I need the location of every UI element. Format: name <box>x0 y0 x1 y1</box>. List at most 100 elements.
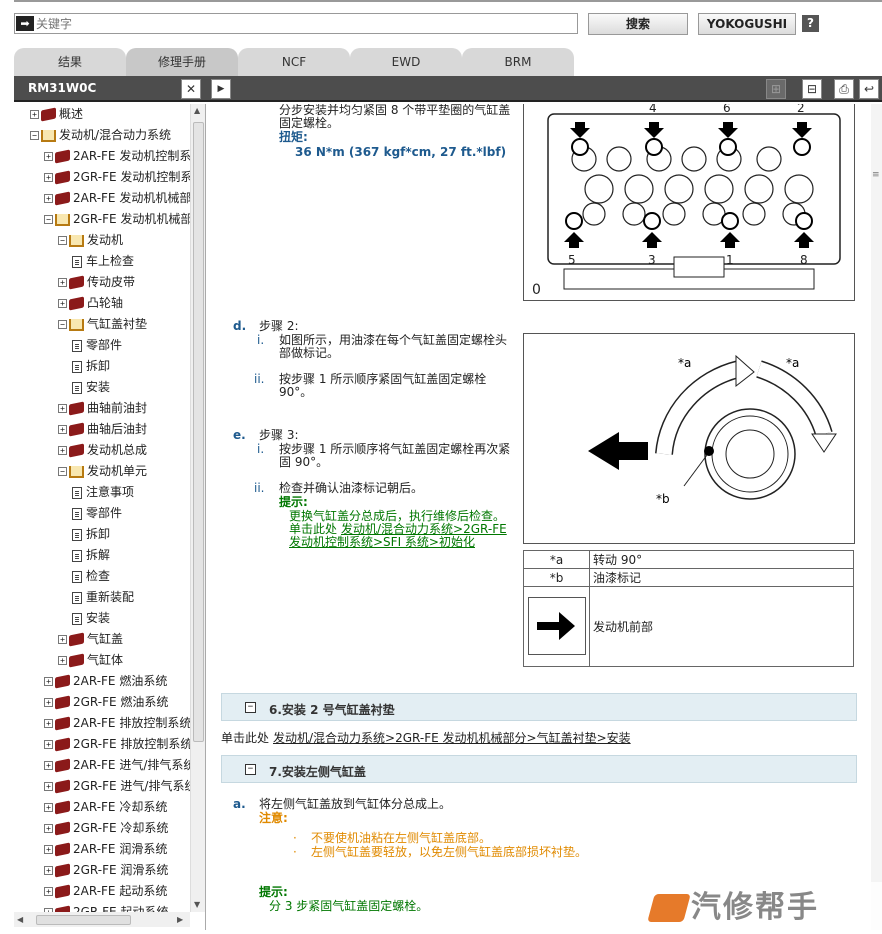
scroll-down-icon[interactable]: ▼ <box>194 900 200 909</box>
tab-results[interactable]: 结果 <box>14 48 126 76</box>
tree-node[interactable]: + 概述 <box>30 104 83 125</box>
tree-node[interactable]: 拆卸 <box>72 524 110 545</box>
play-icon[interactable]: ▶ <box>211 79 231 99</box>
collapse-icon[interactable]: − <box>44 215 53 224</box>
tree-node[interactable]: + 气缸盖 <box>58 629 123 650</box>
expand-icon[interactable]: + <box>58 446 67 455</box>
section-7-collapse-icon[interactable]: − <box>245 764 256 775</box>
tree-node[interactable]: +2GR-FE 进气/排气系统 <box>44 776 190 797</box>
tree-node[interactable]: +2AR-FE 进气/排气系统 <box>44 755 190 776</box>
tab-ewd[interactable]: EWD <box>350 48 462 76</box>
tree-node[interactable]: +2AR-FE 润滑系统 <box>44 839 167 860</box>
tree-node[interactable]: + 传动皮带 <box>58 272 135 293</box>
tree-node[interactable]: + 气缸体 <box>58 650 123 671</box>
tree-node[interactable]: 零部件 <box>72 335 122 356</box>
tree-node[interactable]: 重新装配 <box>72 587 134 608</box>
tree-node[interactable]: +2GR-FE 燃油系统 <box>44 692 168 713</box>
expand-icon[interactable]: + <box>44 194 53 203</box>
expand-icon[interactable]: + <box>44 173 53 182</box>
tree-node[interactable]: +2GR-FE 冷却系统 <box>44 818 168 839</box>
tree-node-label: 凸轮轴 <box>87 296 124 310</box>
search-input[interactable] <box>34 14 577 33</box>
expand-icon[interactable]: + <box>44 824 53 833</box>
tab-repair-manual[interactable]: 修理手册 <box>126 48 238 76</box>
expand-icon[interactable]: + <box>58 656 67 665</box>
tree-node[interactable]: +2AR-FE 起动系统 <box>44 881 167 902</box>
tree-vertical-scrollbar[interactable]: ▲ ▼ <box>190 104 205 912</box>
collapse-icon[interactable]: − <box>58 236 67 245</box>
print-icon[interactable]: ⎙ <box>834 79 854 99</box>
expand-icon[interactable]: + <box>44 866 53 875</box>
tree-node[interactable]: +2AR-FE 排放控制系统 <box>44 713 190 734</box>
tree-node[interactable]: +2AR-FE 冷却系统 <box>44 797 167 818</box>
tree-node[interactable]: 车上检查 <box>72 251 134 272</box>
section-6-header[interactable]: − 6.安装 2 号气缸盖衬垫 <box>221 693 857 721</box>
help-icon[interactable]: ? <box>802 15 819 32</box>
tree-node[interactable]: + 发动机总成 <box>58 440 147 461</box>
expand-icon[interactable]: + <box>58 278 67 287</box>
expand-icon[interactable]: + <box>30 110 39 119</box>
section-6-collapse-icon[interactable]: − <box>245 702 256 713</box>
search-arrow-icon[interactable]: ➡ <box>16 16 34 31</box>
expand-icon[interactable]: + <box>44 740 53 749</box>
tree-node[interactable]: +2AR-FE 燃油系统 <box>44 671 167 692</box>
collapse-all-icon[interactable]: ⊟ <box>802 79 822 99</box>
tree-node[interactable]: − 发动机/混合动力系统 <box>30 125 171 146</box>
expand-icon[interactable]: + <box>58 425 67 434</box>
expand-icon[interactable]: + <box>44 152 53 161</box>
expand-icon[interactable]: + <box>58 404 67 413</box>
hint-link-part-2[interactable]: 发动机控制系统>SFI 系统>初始化 <box>289 536 475 549</box>
tree-node[interactable]: 零部件 <box>72 503 122 524</box>
tree-node[interactable]: 拆卸 <box>72 356 110 377</box>
tree-node[interactable]: + 曲轴后油封 <box>58 419 147 440</box>
tree-scroll-thumb[interactable] <box>193 122 204 742</box>
tree-node[interactable]: 安装 <box>72 608 110 629</box>
tree-node[interactable]: +2AR-FE 发动机机械部 <box>44 188 190 209</box>
expand-icon[interactable]: + <box>44 803 53 812</box>
section-7-header[interactable]: − 7.安装左侧气缸盖 <box>221 755 857 783</box>
content-scroll-grip-icon[interactable]: ≡ <box>872 170 880 180</box>
scroll-left-icon[interactable]: ◀ <box>17 915 23 924</box>
tree-node[interactable]: − 气缸盖衬垫 <box>58 314 147 335</box>
section-6-link[interactable]: 发动机/混合动力系统>2GR-FE 发动机机械部分>气缸盖衬垫>安装 <box>273 732 631 745</box>
tab-brm[interactable]: BRM <box>462 48 574 76</box>
scroll-right-icon[interactable]: ▶ <box>177 915 183 924</box>
tree-node[interactable]: 安装 <box>72 377 110 398</box>
tree-node[interactable]: +2GR-FE 润滑系统 <box>44 860 168 881</box>
yokogushi-button[interactable]: YOKOGUSHI <box>698 13 796 35</box>
tree-node[interactable]: − 发动机单元 <box>58 461 147 482</box>
tree-node-label: 2AR-FE 排放控制系统 <box>73 716 190 730</box>
content-vertical-scrollbar[interactable]: ≡ <box>871 104 882 930</box>
expand-icon[interactable]: + <box>44 698 53 707</box>
tree-node[interactable]: 拆解 <box>72 545 110 566</box>
tree-node[interactable]: +2GR-FE 起动系统 <box>44 902 168 912</box>
tree-node[interactable]: +2AR-FE 发动机控制系 <box>44 146 190 167</box>
expand-icon[interactable]: + <box>58 299 67 308</box>
tree-node[interactable]: 注意事项 <box>72 482 134 503</box>
tree-node[interactable]: 检查 <box>72 566 110 587</box>
expand-all-icon[interactable]: ⊞ <box>766 79 786 99</box>
tree-node[interactable]: +2GR-FE 发动机控制系 <box>44 167 190 188</box>
tree-node[interactable]: +2GR-FE 排放控制系统 <box>44 734 190 755</box>
tab-ncf[interactable]: NCF <box>238 48 350 76</box>
return-icon[interactable]: ↩ <box>859 79 879 99</box>
collapse-icon[interactable]: − <box>58 467 67 476</box>
collapse-icon[interactable]: − <box>58 320 67 329</box>
expand-icon[interactable]: + <box>58 635 67 644</box>
expand-icon[interactable]: + <box>44 719 53 728</box>
tree-horizontal-scrollbar[interactable]: ◀ ▶ <box>14 912 190 927</box>
expand-icon[interactable]: + <box>44 761 53 770</box>
expand-icon[interactable]: + <box>44 782 53 791</box>
tree-node[interactable]: + 曲轴前油封 <box>58 398 147 419</box>
tree-node[interactable]: − 发动机 <box>58 230 123 251</box>
tree-hscroll-thumb[interactable] <box>36 915 131 925</box>
tree-node[interactable]: + 凸轮轴 <box>58 293 123 314</box>
close-icon[interactable]: ✕ <box>181 79 201 99</box>
search-button[interactable]: 搜索 <box>588 13 688 35</box>
expand-icon[interactable]: + <box>44 887 53 896</box>
collapse-icon[interactable]: − <box>30 131 39 140</box>
tree-node[interactable]: − 2GR-FE 发动机机械部 <box>44 209 190 230</box>
expand-icon[interactable]: + <box>44 845 53 854</box>
expand-icon[interactable]: + <box>44 677 53 686</box>
scroll-up-icon[interactable]: ▲ <box>194 106 200 115</box>
